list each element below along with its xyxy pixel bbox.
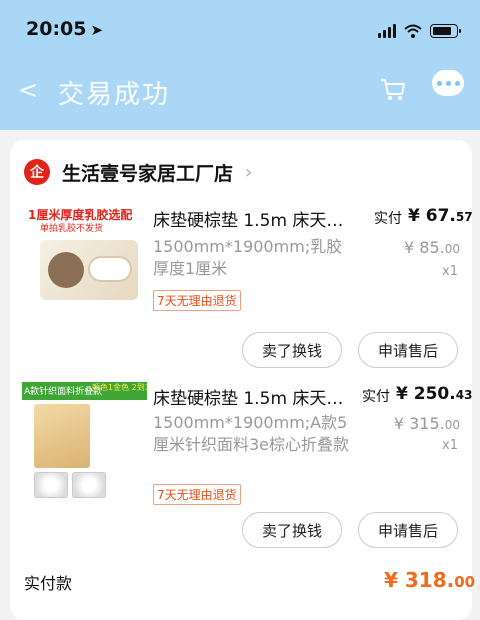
- location-arrow-icon: ➤: [90, 21, 104, 39]
- shop-header[interactable]: 企 生活壹号家居工厂店 ›: [24, 156, 252, 188]
- sell-button[interactable]: 卖了换钱: [242, 332, 342, 368]
- folding-mattress-image: [34, 404, 90, 468]
- after-sale-button[interactable]: 申请售后: [358, 512, 458, 548]
- total-price: ¥ 318.00: [384, 568, 476, 592]
- after-sale-button[interactable]: 申请售后: [358, 332, 458, 368]
- cart-icon[interactable]: [380, 78, 406, 102]
- page-title: 交易成功: [58, 80, 171, 110]
- paid-label: 实付: [374, 211, 402, 227]
- thumbnail-subtitle: 单拍乳胶不发货: [40, 224, 104, 234]
- quantity: x1: [442, 438, 458, 453]
- header: 20:05 ➤ < 交易成功: [0, 0, 480, 130]
- battery-icon: [430, 24, 461, 38]
- paid-price: ¥ 67.57: [408, 206, 473, 226]
- product-name[interactable]: 床垫硬棕垫 1.5m 床天…: [153, 384, 343, 409]
- nav-bar: < 交易成功: [0, 66, 480, 118]
- more-icon[interactable]: [432, 70, 464, 96]
- product-spec: 1500mm*1900mm;A款5厘米针织面料3e棕心折叠款: [153, 413, 350, 454]
- product-thumbnail[interactable]: A款针织面料折叠款 颜色1金色 2到3件: [22, 382, 147, 502]
- paid-label: 实付: [362, 389, 390, 405]
- order-card: 企 生活壹号家居工厂店 › 1厘米厚度乳胶选配 单拍乳胶不发货 床垫硬棕垫 1.…: [10, 140, 476, 620]
- latex-mattress-image: [40, 240, 138, 300]
- original-price: ¥ 315.00: [393, 414, 460, 433]
- original-price: ¥ 85.00: [403, 238, 460, 257]
- back-icon[interactable]: <: [18, 76, 38, 104]
- return-policy-tag: 7天无理由退货: [153, 484, 241, 505]
- fabric-swatches: [34, 472, 106, 498]
- product-name[interactable]: 床垫硬棕垫 1.5m 床天…: [153, 206, 343, 231]
- thumbnail-band-text: A款针织面料折叠款: [24, 387, 103, 397]
- paid-price: ¥ 250.43: [396, 384, 473, 404]
- status-time: 20:05 ➤: [26, 18, 104, 40]
- return-policy-tag: 7天无理由退货: [153, 290, 241, 311]
- quantity: x1: [442, 264, 458, 279]
- shop-logo: 企: [24, 159, 50, 185]
- shop-name: 生活壹号家居工厂店: [62, 162, 234, 185]
- product-thumbnail[interactable]: 1厘米厚度乳胶选配 单拍乳胶不发货: [22, 206, 147, 326]
- status-icons: [378, 20, 461, 42]
- sell-button[interactable]: 卖了换钱: [242, 512, 342, 548]
- total-label: 实付款: [24, 574, 73, 593]
- wifi-icon: [404, 24, 422, 38]
- product-spec: 1500mm*1900mm;乳胶厚度1厘米: [153, 237, 343, 278]
- thumbnail-tag: 颜色1金色 2到3件: [92, 383, 147, 392]
- signal-icon: [378, 24, 396, 38]
- chevron-right-icon: ›: [245, 161, 253, 183]
